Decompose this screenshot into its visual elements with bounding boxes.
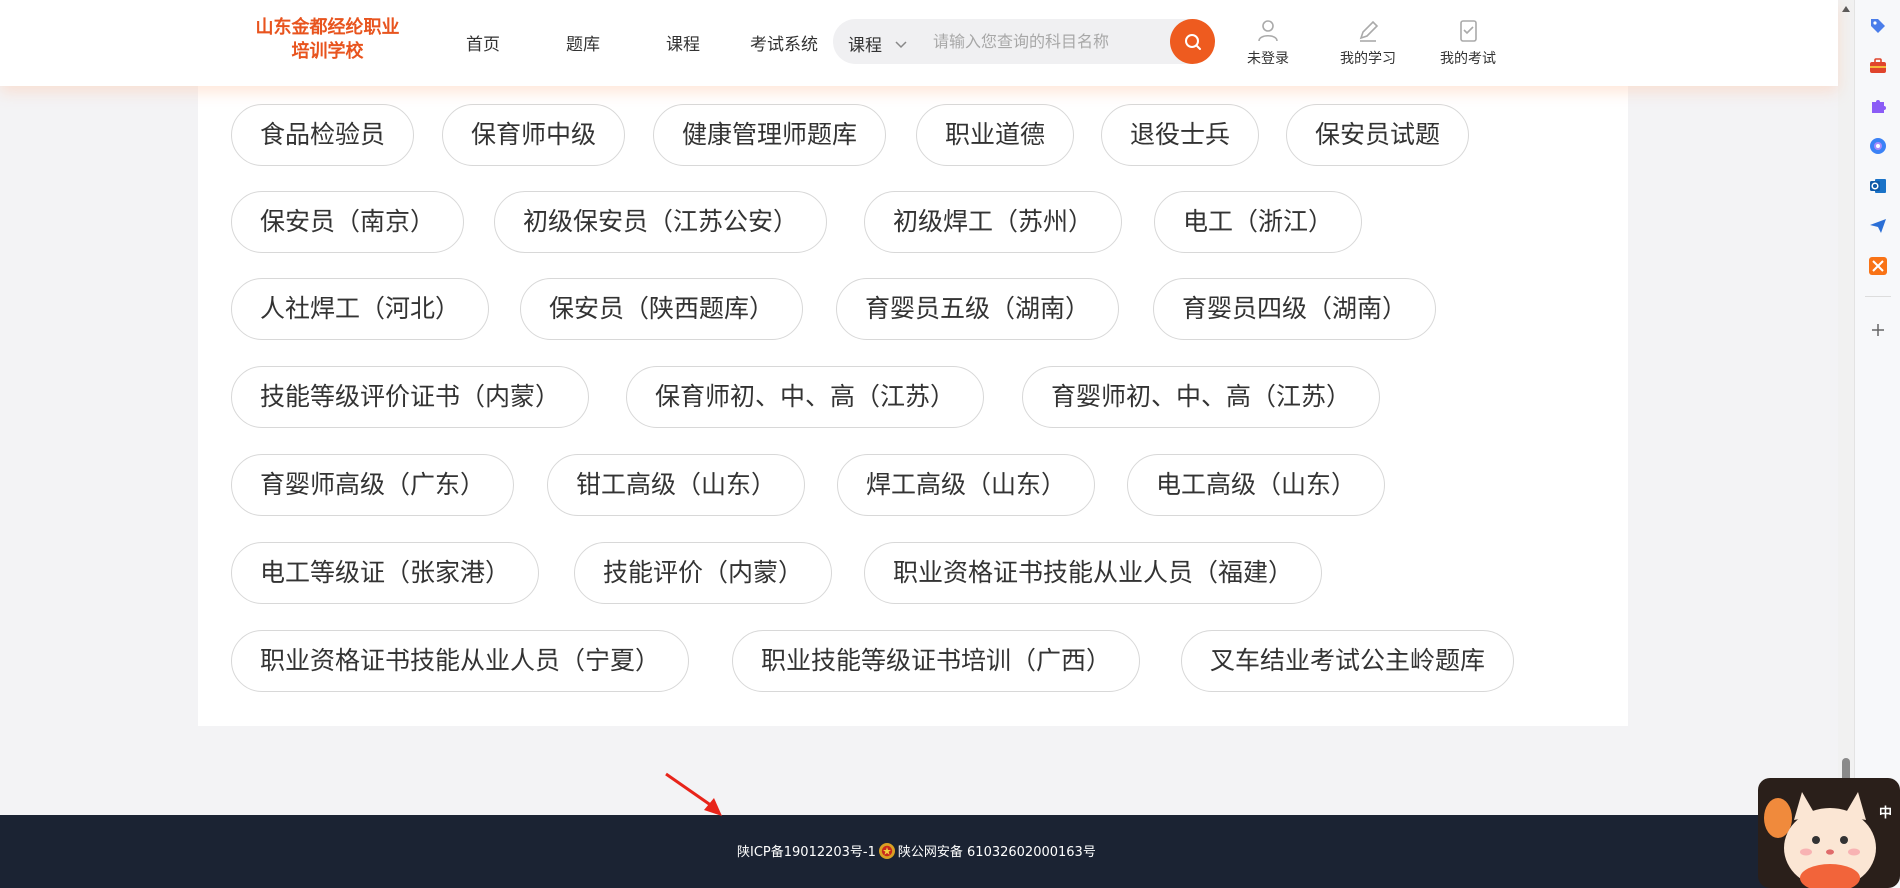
subject-tag[interactable]: 技能评价（内蒙） xyxy=(574,542,833,604)
site-logo[interactable]: 山东金都经纶职业 培训学校 xyxy=(240,16,415,64)
subject-tag[interactable]: 职业技能等级证书培训（广西） xyxy=(732,630,1141,692)
side-panel-divider xyxy=(1865,296,1891,297)
nav-home[interactable]: 首页 xyxy=(466,30,500,55)
subject-tag[interactable]: 职业资格证书技能从业人员（宁夏） xyxy=(231,630,690,692)
subject-tag-card: 食品检验员 保育师中级 健康管理师题库 职业道德 退役士兵 保安员试题 保安员（… xyxy=(198,86,1628,726)
toolbox-icon[interactable] xyxy=(1868,56,1888,76)
icp-record-link[interactable]: 陕ICP备19012203号-1 xyxy=(737,841,876,860)
subject-tag[interactable]: 电工等级证（张家港） xyxy=(231,542,540,604)
subject-tag[interactable]: 叉车结业考试公主岭题库 xyxy=(1181,630,1515,692)
tools-icon[interactable] xyxy=(1868,256,1888,276)
subject-tag[interactable]: 焊工高级（山东） xyxy=(837,454,1096,516)
copilot-icon[interactable] xyxy=(1868,136,1888,156)
subject-tag[interactable]: 保安员（南京） xyxy=(231,191,465,253)
subject-tag[interactable]: 初级焊工（苏州） xyxy=(864,191,1123,253)
subject-tag[interactable]: 退役士兵 xyxy=(1101,104,1260,166)
send-icon[interactable] xyxy=(1868,216,1888,236)
tag-icon[interactable] xyxy=(1868,16,1888,36)
page-scrollbar[interactable] xyxy=(1838,0,1854,888)
annotation-arrow-icon xyxy=(665,772,722,816)
subject-tag[interactable]: 职业资格证书技能从业人员（福建） xyxy=(864,542,1323,604)
subject-tag[interactable]: 育婴师初、中、高（江苏） xyxy=(1022,366,1381,428)
subject-tag[interactable]: 职业道德 xyxy=(916,104,1075,166)
subject-tag[interactable]: 育婴师高级（广东） xyxy=(231,454,515,516)
search-icon xyxy=(1184,33,1201,50)
subject-tag[interactable]: 育婴员四级（湖南） xyxy=(1153,278,1437,340)
exam-icon xyxy=(1460,20,1477,42)
nav-question-bank[interactable]: 题库 xyxy=(566,30,600,55)
logo-line-1: 山东金都经纶职业 xyxy=(255,17,400,38)
cat-mascot-icon xyxy=(1758,778,1900,888)
nav-courses[interactable]: 课程 xyxy=(666,30,700,55)
my-exam-link[interactable]: 我的考试 xyxy=(1428,18,1508,68)
add-icon[interactable] xyxy=(1868,320,1888,340)
subject-tag[interactable]: 保安员（陕西题库） xyxy=(520,278,804,340)
search-type-label: 课程 xyxy=(848,36,882,56)
mascot-label: 中 xyxy=(1878,806,1892,821)
subject-tag[interactable]: 健康管理师题库 xyxy=(653,104,887,166)
outlook-icon[interactable] xyxy=(1868,176,1888,196)
search-input[interactable] xyxy=(933,25,1153,57)
subject-tag[interactable]: 保安员试题 xyxy=(1286,104,1470,166)
my-study-link[interactable]: 我的学习 xyxy=(1328,18,1408,68)
scroll-up-icon[interactable] xyxy=(1842,6,1850,12)
login-link[interactable]: 未登录 xyxy=(1228,18,1308,68)
subject-tag[interactable]: 保育师初、中、高（江苏） xyxy=(626,366,985,428)
subject-tag[interactable]: 食品检验员 xyxy=(231,104,415,166)
subject-tag[interactable]: 保育师中级 xyxy=(442,104,626,166)
footer-records: 陕ICP备19012203号-1 陕公网安备 61032602000163号 xyxy=(737,841,1096,860)
subject-tag[interactable]: 电工高级（山东） xyxy=(1127,454,1386,516)
site-footer: 陕ICP备19012203号-1 陕公网安备 61032602000163号 xyxy=(0,815,1838,888)
search-button[interactable] xyxy=(1170,19,1215,64)
subject-tag[interactable]: 钳工高级（山东） xyxy=(547,454,806,516)
browser-side-panel xyxy=(1854,0,1900,888)
logo-line-2: 培训学校 xyxy=(291,41,364,62)
mascot-widget[interactable]: 中 xyxy=(1758,778,1900,888)
user-icon xyxy=(1258,20,1278,42)
subject-tag[interactable]: 技能等级评价证书（内蒙） xyxy=(231,366,590,428)
police-badge-icon xyxy=(878,842,895,859)
subject-tag[interactable]: 初级保安员（江苏公安） xyxy=(494,191,828,253)
subject-tag[interactable]: 人社焊工（河北） xyxy=(231,278,490,340)
subject-tag[interactable]: 电工（浙江） xyxy=(1154,191,1363,253)
my-exam-label: 我的考试 xyxy=(1440,51,1496,67)
login-label: 未登录 xyxy=(1247,51,1289,67)
subject-tag-list: 食品检验员 保育师中级 健康管理师题库 职业道德 退役士兵 保安员试题 保安员（… xyxy=(198,86,1628,726)
my-study-label: 我的学习 xyxy=(1340,51,1396,67)
search-type-select[interactable]: 课程 xyxy=(848,31,908,56)
chevron-down-icon xyxy=(895,40,907,48)
pencil-icon xyxy=(1359,20,1379,42)
site-header: 山东金都经纶职业 培训学校 首页 题库 课程 考试系统 课程 未登录 xyxy=(0,0,1838,86)
puzzle-icon[interactable] xyxy=(1868,96,1888,116)
search-bar: 课程 xyxy=(833,19,1215,64)
police-record-link[interactable]: 陕公网安备 61032602000163号 xyxy=(898,841,1096,860)
subject-tag[interactable]: 育婴员五级（湖南） xyxy=(836,278,1120,340)
nav-exam-system[interactable]: 考试系统 xyxy=(750,30,818,55)
